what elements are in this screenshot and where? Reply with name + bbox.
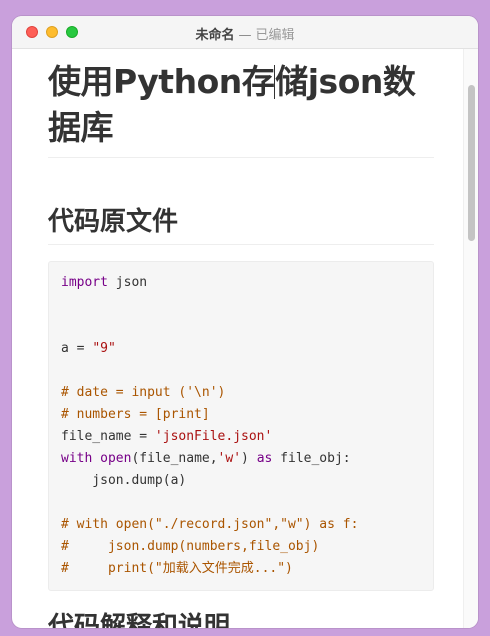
code-token: # with open("./record.json","w") as f: xyxy=(61,517,359,532)
document-name: 未命名 xyxy=(195,28,235,43)
title-bar: 未命名 — 已编辑 xyxy=(12,16,478,49)
code-token: # numbers = [print] xyxy=(61,407,210,422)
code-line: file_name = 'jsonFile.json' xyxy=(61,426,421,448)
code-token: (file_name, xyxy=(131,451,218,466)
code-line: json.dump(a) xyxy=(61,470,421,492)
editor-window: 未命名 — 已编辑 使用Python存储json数据库 代码原文件 import j… xyxy=(12,16,478,628)
code-line: # json.dump(numbers,file_obj) xyxy=(61,536,421,558)
edited-status: 已编辑 xyxy=(255,28,295,43)
code-line: import json xyxy=(61,272,421,294)
heading-1-text-before-caret: 使用Python存 xyxy=(48,62,275,101)
code-token: import xyxy=(61,275,108,290)
document-content[interactable]: 使用Python存储json数据库 代码原文件 import json a = "… xyxy=(48,49,434,628)
code-token: # json.dump(numbers,file_obj) xyxy=(61,539,320,554)
vertical-scrollbar[interactable] xyxy=(463,49,478,628)
code-token: json.dump(a) xyxy=(61,473,187,488)
code-token: file_name = xyxy=(61,429,155,444)
code-line: a = "9" xyxy=(61,338,421,360)
code-token: ) xyxy=(241,451,257,466)
code-token: a = xyxy=(61,341,93,356)
heading-1[interactable]: 使用Python存储json数据库 xyxy=(48,59,434,158)
heading-2-explanation[interactable]: 代码解释和说明 xyxy=(48,609,434,628)
code-line: # with open("./record.json","w") as f: xyxy=(61,514,421,536)
code-token: as xyxy=(256,451,273,466)
code-token: "9" xyxy=(92,341,116,356)
code-token: 'w' xyxy=(217,451,242,466)
window-title: 未命名 — 已编辑 xyxy=(12,24,478,43)
code-line: # numbers = [print] xyxy=(61,404,421,426)
code-token: open xyxy=(100,451,132,466)
code-line: # print("加载入文件完成...") xyxy=(61,558,421,580)
code-token: file_obj: xyxy=(272,451,351,466)
code-line: with open(file_name,'w') as file_obj: xyxy=(61,448,421,470)
title-separator: — xyxy=(238,28,252,43)
scrollbar-thumb[interactable] xyxy=(468,85,475,241)
code-token: # date = input ('\n') xyxy=(61,385,226,400)
code-token: 'jsonFile.json' xyxy=(154,429,273,444)
code-token: # print("加载入文件完成...") xyxy=(61,561,293,576)
code-token: with xyxy=(61,451,93,466)
code-block[interactable]: import json a = "9" # date = input ('\n') #… xyxy=(48,261,434,591)
heading-2-source-file[interactable]: 代码原文件 xyxy=(48,204,434,245)
code-token: json xyxy=(107,275,148,290)
code-line: # date = input ('\n') xyxy=(61,382,421,404)
